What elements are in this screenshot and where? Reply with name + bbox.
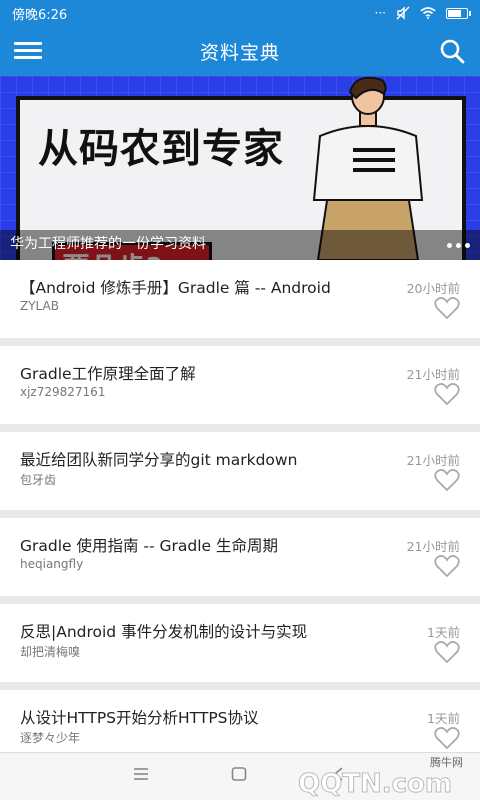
article-title: Gradle工作原理全面了解 [20, 365, 196, 383]
hamburger-menu-icon[interactable] [14, 38, 42, 64]
status-time: 傍晚6:26 [12, 7, 68, 23]
article-title: 最近给团队新同学分享的git markdown [20, 451, 298, 469]
watermark-text: 腾牛网 [430, 755, 463, 769]
heart-icon[interactable] [434, 640, 460, 664]
article-title: 从设计HTTPS开始分析HTTPS协议 [20, 709, 259, 727]
article-title: 【Android 修炼手册】Gradle 篇 -- Android [20, 279, 331, 297]
article-author: 逐梦々少年 [20, 731, 81, 745]
watermark-logo-text: QQTN.com [298, 769, 452, 798]
article-time: 20小时前 [406, 281, 460, 296]
menu-lines-icon[interactable] [132, 765, 150, 783]
article-time: 1天前 [427, 625, 460, 640]
page-title: 资料宝典 [199, 41, 280, 64]
article-title: Gradle 使用指南 -- Gradle 生命周期 [20, 537, 279, 555]
heart-icon[interactable] [434, 296, 460, 320]
article-author: xjz729827161 [20, 385, 106, 399]
article-author: 包牙齿 [20, 473, 57, 487]
status-bar: 傍晚6:26 ··· [0, 0, 480, 26]
app-bar: 资料宝典 [0, 26, 480, 76]
banner-carousel[interactable]: 从码农到专家 要几步? 华为工程师推荐的一份学习资料 [0, 76, 480, 260]
list-item[interactable]: Gradle工作原理全面了解 xjz729827161 21小时前 [0, 346, 480, 424]
heart-icon[interactable] [434, 726, 460, 750]
qqtn-watermark-logo: 腾牛网 QQTN.com [298, 755, 464, 798]
article-time: 21小时前 [406, 539, 460, 554]
dots-signal-icon: ··· [374, 6, 386, 20]
battery-icon [446, 7, 471, 19]
banner-headline: 从码农到专家 [38, 126, 284, 172]
article-title: 反思|Android 事件分发机制的设计与实现 [20, 623, 308, 641]
mute-icon [396, 6, 410, 20]
article-author: heqiangfly [20, 557, 84, 571]
article-time: 1天前 [427, 711, 460, 726]
search-icon[interactable] [438, 37, 466, 65]
status-icons: ··· [374, 6, 471, 20]
article-time: 21小时前 [406, 453, 460, 468]
carousel-indicator [447, 243, 470, 248]
list-item[interactable]: 反思|Android 事件分发机制的设计与实现 却把清梅嗅 1天前 [0, 604, 480, 682]
wifi-icon [420, 7, 436, 19]
article-author: 却把清梅嗅 [20, 645, 81, 659]
banner-caption: 华为工程师推荐的一份学习资料 [10, 236, 206, 252]
heart-icon[interactable] [434, 554, 460, 578]
list-item[interactable]: 最近给团队新同学分享的git markdown 包牙齿 21小时前 [0, 432, 480, 510]
list-item[interactable]: 【Android 修炼手册】Gradle 篇 -- Android ZYLAB … [0, 260, 480, 338]
article-author: ZYLAB [20, 299, 59, 313]
list-item[interactable]: Gradle 使用指南 -- Gradle 生命周期 heqiangfly 21… [0, 518, 480, 596]
heart-icon[interactable] [434, 382, 460, 406]
heart-icon[interactable] [434, 468, 460, 492]
home-square-icon[interactable] [230, 765, 248, 783]
article-time: 21小时前 [406, 367, 460, 382]
article-list: 【Android 修炼手册】Gradle 篇 -- Android ZYLAB … [0, 260, 480, 776]
